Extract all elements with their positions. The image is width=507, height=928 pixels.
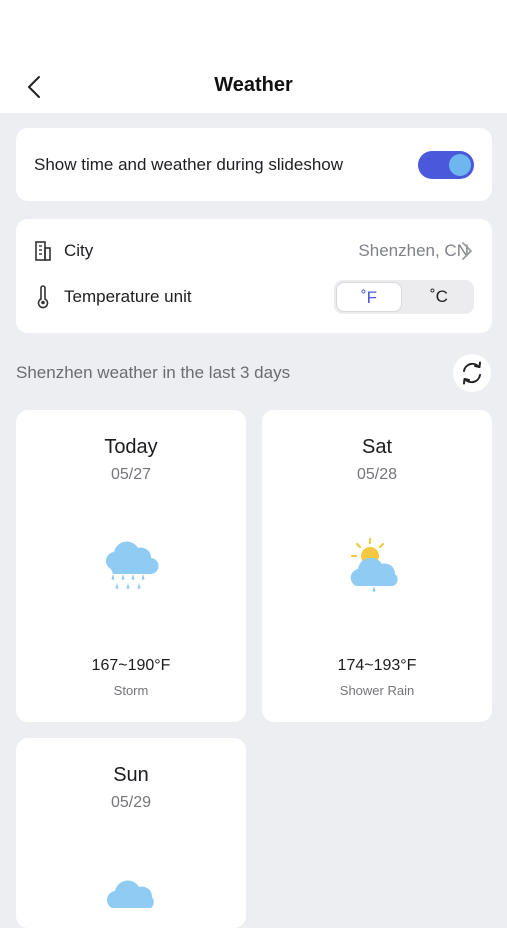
city-value[interactable]: Shenzhen, CN [358, 241, 469, 261]
day-name: Sat [361, 436, 393, 458]
unit-f-option[interactable]: ˚F [336, 282, 402, 312]
refresh-icon [463, 361, 481, 385]
day-name: Today [104, 436, 158, 458]
refresh-button[interactable] [453, 354, 491, 392]
slideshow-toggle[interactable] [418, 151, 474, 179]
city-label: City [64, 241, 94, 260]
unit-c-option[interactable]: ˚C [406, 282, 472, 312]
chevron-right-icon[interactable] [460, 240, 474, 262]
slideshow-label: Show time and weather during slideshow [34, 155, 344, 174]
forecast-section-title: Shenzhen weather in the last 3 days [16, 363, 291, 382]
day-date: 05/28 [356, 466, 398, 483]
temperature-unit-label: Temperature unit [64, 287, 192, 306]
day-description: Storm [113, 683, 149, 698]
day-date: 05/29 [110, 794, 152, 811]
settings-card [16, 219, 492, 333]
cloud-icon [107, 880, 154, 908]
top-bar: Weather [0, 0, 507, 113]
toggle-knob [449, 154, 471, 176]
page-title: Weather [214, 74, 293, 96]
temperature-unit-segmented[interactable]: ˚F ˚C [334, 280, 474, 314]
day-name: Sun [113, 764, 149, 786]
forecast-card-sat: Sat 05/28 174~193°F Shower Rain [262, 410, 492, 722]
day-description: Shower Rain [339, 683, 415, 698]
building-icon [35, 241, 51, 261]
sun-cloud-icon [350, 537, 398, 592]
thermometer-icon [37, 285, 49, 309]
day-temperature: 167~190°F [91, 657, 171, 674]
day-temperature: 174~193°F [337, 657, 417, 674]
rain-cloud-icon [106, 541, 159, 589]
forecast-card-today: Today 05/27 167~190°F Storm [16, 410, 246, 722]
day-date: 05/27 [110, 466, 152, 483]
